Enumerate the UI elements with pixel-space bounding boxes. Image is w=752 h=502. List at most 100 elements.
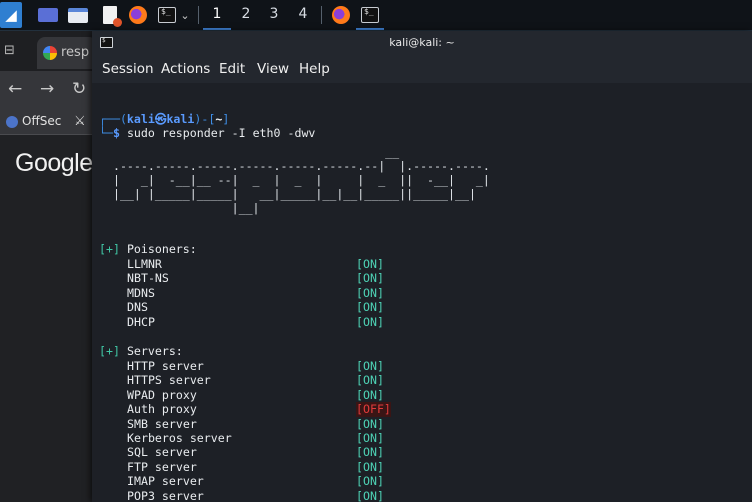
status-row: LLMNR [ON] xyxy=(127,257,384,271)
google-favicon-icon xyxy=(43,46,57,60)
browser-toolbar: ← → ↻ xyxy=(0,71,92,109)
command-line: └─$ sudo responder -I eth0 -dwv xyxy=(99,126,315,140)
status-badge: [ON] xyxy=(356,445,384,460)
status-row: FTP server [ON] xyxy=(127,459,384,474)
bookmark-offsec[interactable]: OffSec xyxy=(22,114,61,128)
status-row-name: SQL server xyxy=(127,445,197,460)
status-badge: [ON] xyxy=(356,285,384,300)
status-badge: [ON] xyxy=(356,271,384,286)
status-row: SQL server [ON] xyxy=(127,445,384,460)
browser-tab[interactable]: resp xyxy=(37,37,97,69)
status-row: Auth proxy [OFF] xyxy=(127,402,391,417)
status-row: POP3 server [ON] xyxy=(127,488,384,502)
terminal-menubar: Session Actions Edit View Help xyxy=(92,55,752,83)
status-badge: [ON] xyxy=(356,373,384,388)
status-row: MDNS [ON] xyxy=(127,285,384,300)
prompt-prefix: ┌──( xyxy=(99,112,127,126)
workspace-1[interactable]: 1 xyxy=(205,6,229,22)
status-row-name: DHCP xyxy=(127,314,155,329)
status-badge: [ON] xyxy=(356,474,384,489)
status-row-name: HTTPS server xyxy=(127,373,211,388)
status-row: DHCP [ON] xyxy=(127,314,384,329)
status-badge: [ON] xyxy=(356,257,384,271)
terminal-window-icon[interactable]: $_ xyxy=(358,3,382,27)
status-row: HTTP server [ON] xyxy=(127,359,384,373)
browser-content: Google xyxy=(0,135,93,502)
active-workspace-indicator xyxy=(203,28,231,30)
terminal-output[interactable]: ┌──(kali㉿kali)-[~] └─$ sudo responder -I… xyxy=(92,83,752,502)
section-title: Poisoners: xyxy=(126,242,197,256)
taskbar: ◢ $_ ⌄ 1 2 3 4 $_ xyxy=(0,0,752,31)
status-row-name: MDNS xyxy=(127,285,155,300)
terminal-window: $ kali@kali: ~ Session Actions Edit View… xyxy=(92,31,752,502)
chevron-down-icon[interactable]: ⌄ xyxy=(178,3,192,27)
bullet: [+] xyxy=(99,344,120,358)
browser-tab-title: resp xyxy=(61,45,90,60)
status-row-name: NBT-NS xyxy=(127,271,169,286)
taskbar-separator xyxy=(198,6,199,24)
file-manager-icon[interactable] xyxy=(66,3,90,27)
status-badge: [ON] xyxy=(356,488,384,502)
prompt-dir-open: )-[ xyxy=(194,112,216,126)
menu-actions[interactable]: Actions xyxy=(161,61,210,77)
status-row-name: IMAP server xyxy=(127,474,204,489)
command-text: sudo responder -I eth0 -dwv xyxy=(126,126,316,140)
status-row: NBT-NS [ON] xyxy=(127,271,384,286)
desktop-icon[interactable] xyxy=(36,3,60,27)
back-icon[interactable]: ← xyxy=(8,79,22,99)
terminal-titlebar: $ kali@kali: ~ xyxy=(92,31,752,55)
status-badge: [OFF] xyxy=(356,402,391,417)
prompt-at: ㉿ xyxy=(154,112,167,126)
menu-session[interactable]: Session xyxy=(102,61,154,77)
status-row: Kerberos server [ON] xyxy=(127,431,384,445)
poisoners-heading: [+] Poisoners: xyxy=(99,242,197,256)
status-badge: [ON] xyxy=(356,416,384,431)
status-row: SMB server [ON] xyxy=(127,417,384,431)
status-badge: [ON] xyxy=(356,387,384,402)
bullet: [+] xyxy=(99,242,120,256)
firefox-icon[interactable] xyxy=(126,3,150,27)
firefox-window-icon[interactable] xyxy=(329,3,353,27)
browser-window: ⊟ resp ← → ↻ OffSec ⚔ Google xyxy=(0,31,97,502)
prompt-user: kali xyxy=(126,112,155,126)
servers-heading: [+] Servers: xyxy=(99,344,183,358)
prompt-corner: └─ xyxy=(99,126,113,140)
kali-menu-icon[interactable]: ◢ xyxy=(0,2,22,28)
prompt-symbol: $ xyxy=(112,126,120,140)
status-badge: [ON] xyxy=(356,459,384,474)
banner-line: |__| xyxy=(99,201,260,215)
workspace-2[interactable]: 2 xyxy=(234,6,258,22)
prompt-host: kali xyxy=(166,112,195,126)
status-badge: [ON] xyxy=(356,300,384,315)
menu-edit[interactable]: Edit xyxy=(219,61,245,77)
banner-line: | _| -__|__ --| _ | _ | | _ || -__| _| xyxy=(99,173,490,187)
status-row-name: FTP server xyxy=(127,459,197,474)
section-title: Servers: xyxy=(126,344,183,358)
status-row-name: HTTP server xyxy=(127,359,204,373)
status-row-name: Auth proxy xyxy=(127,402,197,417)
taskbar-separator xyxy=(321,6,322,24)
workspace-3[interactable]: 3 xyxy=(262,6,286,22)
kali-dragon-icon[interactable]: ⚔ xyxy=(74,114,86,129)
banner-line: __ xyxy=(99,145,400,159)
status-row-name: POP3 server xyxy=(127,488,204,502)
workspace-4[interactable]: 4 xyxy=(291,6,315,22)
terminal-icon[interactable]: $_ xyxy=(155,3,179,27)
menu-help[interactable]: Help xyxy=(299,61,330,77)
prompt-dir-close: ] xyxy=(222,112,230,126)
offsec-favicon-icon xyxy=(6,116,18,128)
status-row-name: LLMNR xyxy=(127,257,162,271)
browser-tab-strip: ⊟ resp xyxy=(0,31,97,71)
active-window-indicator xyxy=(356,28,384,30)
forward-icon[interactable]: → xyxy=(40,79,54,99)
text-editor-icon[interactable] xyxy=(98,3,122,27)
status-badge: [ON] xyxy=(356,314,384,329)
status-row-name: DNS xyxy=(127,300,148,315)
status-row: WPAD proxy [ON] xyxy=(127,387,384,402)
tab-list-icon[interactable]: ⊟ xyxy=(4,43,15,58)
menu-view[interactable]: View xyxy=(257,61,289,77)
status-row: DNS [ON] xyxy=(127,300,384,315)
reload-icon[interactable]: ↻ xyxy=(72,79,86,99)
status-badge: [ON] xyxy=(356,359,384,373)
status-row-name: WPAD proxy xyxy=(127,387,197,402)
